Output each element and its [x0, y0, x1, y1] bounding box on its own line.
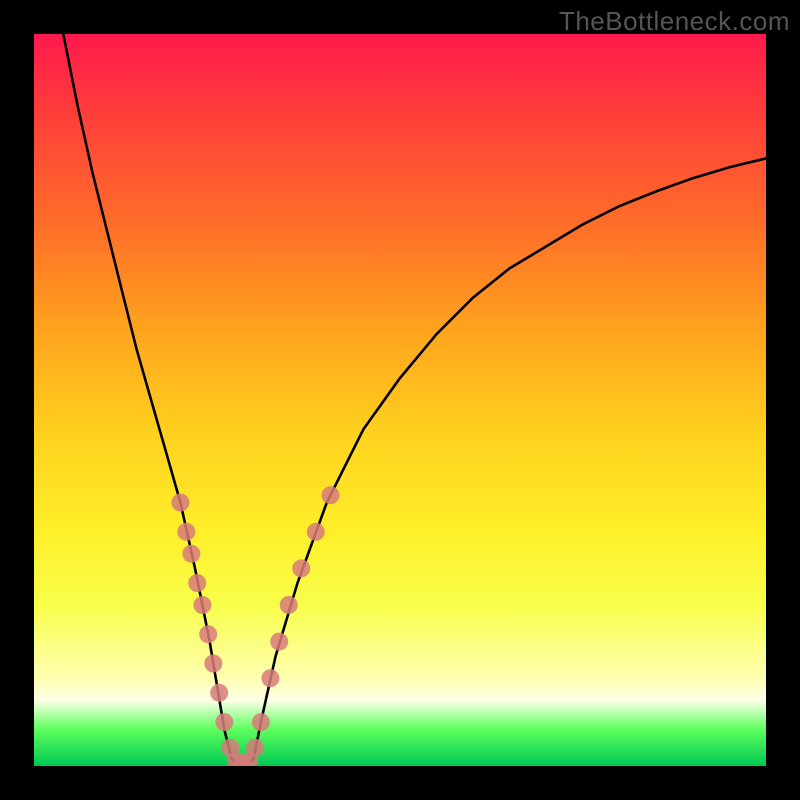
bottleneck-curve — [63, 34, 766, 766]
chart-frame: TheBottleneck.com — [0, 0, 800, 800]
highlight-dot — [204, 655, 222, 673]
highlight-dot — [270, 633, 288, 651]
highlight-dot — [210, 684, 228, 702]
highlight-dot — [246, 739, 264, 757]
highlight-dot — [292, 559, 310, 577]
highlight-dot — [215, 713, 233, 731]
highlight-dots — [171, 486, 339, 766]
highlight-dot — [280, 596, 298, 614]
highlight-dot — [307, 523, 325, 541]
highlight-dot — [188, 574, 206, 592]
highlight-dot — [193, 596, 211, 614]
highlight-dot — [322, 486, 340, 504]
highlight-dot — [177, 523, 195, 541]
highlight-dot — [252, 713, 270, 731]
highlight-dot — [199, 625, 217, 643]
watermark-text: TheBottleneck.com — [559, 6, 790, 37]
highlight-dot — [182, 545, 200, 563]
curve-layer — [34, 34, 766, 766]
plot-area — [34, 34, 766, 766]
highlight-dot — [171, 494, 189, 512]
highlight-dot — [261, 669, 279, 687]
